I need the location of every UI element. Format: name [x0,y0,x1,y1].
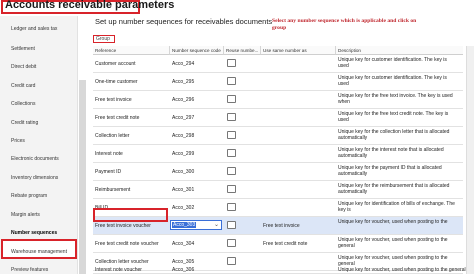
cell-same-as[interactable] [261,73,336,91]
table-row[interactable]: Payment ID Acco_300 Unique key for the p… [93,163,463,181]
sidebar-item-settlement[interactable]: Settlement [11,46,35,52]
cell-code[interactable]: Acco_303 [172,222,197,228]
sidebar-item-credit-card[interactable]: Credit card [11,83,35,89]
sidebar-item-ledger-and-sales-tax[interactable]: Ledger and sales tax [11,26,57,32]
cell-reference: Customer account [95,61,136,67]
table-row[interactable]: Free text credit note voucher Acco_304 F… [93,235,463,253]
table-row[interactable]: Customer account Acco_294 Unique key for… [93,55,463,73]
cell-code[interactable]: Acco_296 [170,91,224,109]
reuse-checkbox[interactable] [227,221,236,229]
cell-same-as[interactable] [261,163,336,181]
sidebar: Ledger and sales tax Settlement Direct d… [0,16,78,274]
column-header-reference[interactable]: Reference [93,46,170,55]
cell-same-as[interactable]: Free text invoice [261,217,336,235]
table-row[interactable]: Free text invoice Acco_296 Unique key fo… [93,91,463,109]
reuse-checkbox[interactable] [227,239,236,247]
sidebar-item-inventory-dimensions[interactable]: Inventory dimensions [11,175,58,181]
cell-code[interactable]: Acco_294 [170,55,224,73]
grid-scrollbar[interactable] [466,46,474,274]
cell-same-as[interactable]: Free text credit note [261,235,336,253]
sidebar-item-direct-debit[interactable]: Direct debit [11,64,36,70]
cell-code[interactable]: Acco_301 [170,181,224,199]
reuse-checkbox[interactable] [227,59,236,67]
sidebar-item-number-sequences[interactable]: Number sequences [11,230,57,236]
cell-reference: Free text credit note [95,115,140,121]
cell-description: Unique key for the free text invoice. Th… [338,93,453,105]
cell-reference: Free text invoice [95,97,132,103]
number-sequence-dropdown[interactable]: Acco_303 ⌄ [170,220,222,230]
cell-same-as[interactable] [261,181,336,199]
section-title: Set up number sequences for receivables … [95,17,273,26]
number-sequence-grid: Reference Number sequence code Reuse num… [93,46,466,274]
sidebar-item-electronic-documents[interactable]: Electronic documents [11,156,59,162]
cell-same-as[interactable] [261,127,336,145]
reuse-checkbox[interactable] [227,131,236,139]
cell-reference: Interest note [95,151,123,157]
column-header-use-same-number-as[interactable]: Use same number as [261,46,336,55]
cell-code[interactable]: Acco_298 [170,127,224,145]
cell-code[interactable]: Acco_297 [170,109,224,127]
cell-description: Unique key for the payment ID that is al… [338,165,442,177]
cell-reference: Payment ID [95,169,122,175]
reuse-checkbox[interactable] [227,95,236,103]
sidebar-item-warehouse-management[interactable]: Warehouse management [11,249,67,255]
cell-description: Unique key for voucher, used when postin… [338,267,466,273]
cell-code[interactable]: Acco_304 [170,235,224,253]
reuse-checkbox[interactable] [227,185,236,193]
cell-same-as[interactable] [261,55,336,73]
chevron-down-icon[interactable]: ⌄ [214,221,219,229]
reuse-checkbox[interactable] [227,203,236,211]
reuse-checkbox[interactable] [227,113,236,121]
selected-row-highlight [93,208,168,222]
reuse-checkbox[interactable] [227,77,236,85]
table-row[interactable]: One-time customer Acco_295 Unique key fo… [93,73,463,91]
column-header-description[interactable]: Description [336,46,463,55]
cell-description: Unique key for customer identification. … [338,57,447,69]
cell-reference: Collection letter [95,133,130,139]
instruction-annotation: Select any number sequence which is appl… [272,18,417,31]
reuse-checkbox[interactable] [227,149,236,157]
cell-same-as[interactable] [261,199,336,217]
reuse-checkbox[interactable] [227,167,236,175]
cell-code[interactable]: Acco_302 [170,199,224,217]
column-header-reuse-numbers[interactable]: Reuse numbe... [224,46,261,55]
cell-same-as[interactable] [261,109,336,127]
cell-description: Unique key for the free text credit note… [338,111,449,123]
cell-description: Unique key for customer identification. … [338,75,447,87]
sidebar-item-preview-features[interactable]: Preview features [11,267,48,273]
title-bar: Accounts receivable parameters [0,0,474,14]
sidebar-item-margin-alerts[interactable]: Margin alerts [11,212,40,218]
sidebar-item-prices[interactable]: Prices [11,138,25,144]
cell-description: Unique key for the interest note that is… [338,147,444,159]
cell-description: Unique key for the collection letter tha… [338,129,450,141]
column-header-number-sequence-code[interactable]: Number sequence code [170,46,224,55]
table-row[interactable]: Interest note Acco_299 Unique key for th… [93,145,463,163]
cell-code[interactable]: Acco_299 [170,145,224,163]
cell-description: Unique key for voucher, used when postin… [338,219,448,225]
cell-code[interactable]: Acco_306 [170,267,224,273]
cell-reference: Reimbursement [95,187,131,193]
table-row[interactable]: Free text credit note Acco_297 Unique ke… [93,109,463,127]
cell-description: Unique key for voucher, used when postin… [338,237,448,249]
cell-reference: Interest note voucher [95,267,142,273]
page-title: Accounts receivable parameters [5,0,175,11]
cell-same-as[interactable] [261,145,336,163]
sidebar-item-rebate-program[interactable]: Rebate program [11,193,47,199]
sidebar-scrollbar[interactable] [79,80,86,274]
cell-same-as[interactable] [261,267,336,271]
cell-same-as[interactable] [261,91,336,109]
cell-description: Unique key for identification of bills o… [338,201,455,213]
reuse-checkbox[interactable] [227,257,236,265]
cell-reference: One-time customer [95,79,138,85]
table-row[interactable]: Reimbursement Acco_301 Unique key for th… [93,181,463,199]
sidebar-item-collections[interactable]: Collections [11,101,35,107]
cell-reference: Free text credit note voucher [95,241,159,247]
cell-description: Unique key for the reimbursement that is… [338,183,450,195]
cell-code[interactable]: Acco_295 [170,73,224,91]
table-row[interactable]: Collection letter Acco_298 Unique key fo… [93,127,463,145]
sidebar-item-credit-rating[interactable]: Credit rating [11,120,38,126]
group-button-label: Group [96,36,110,42]
cell-code[interactable]: Acco_300 [170,163,224,181]
